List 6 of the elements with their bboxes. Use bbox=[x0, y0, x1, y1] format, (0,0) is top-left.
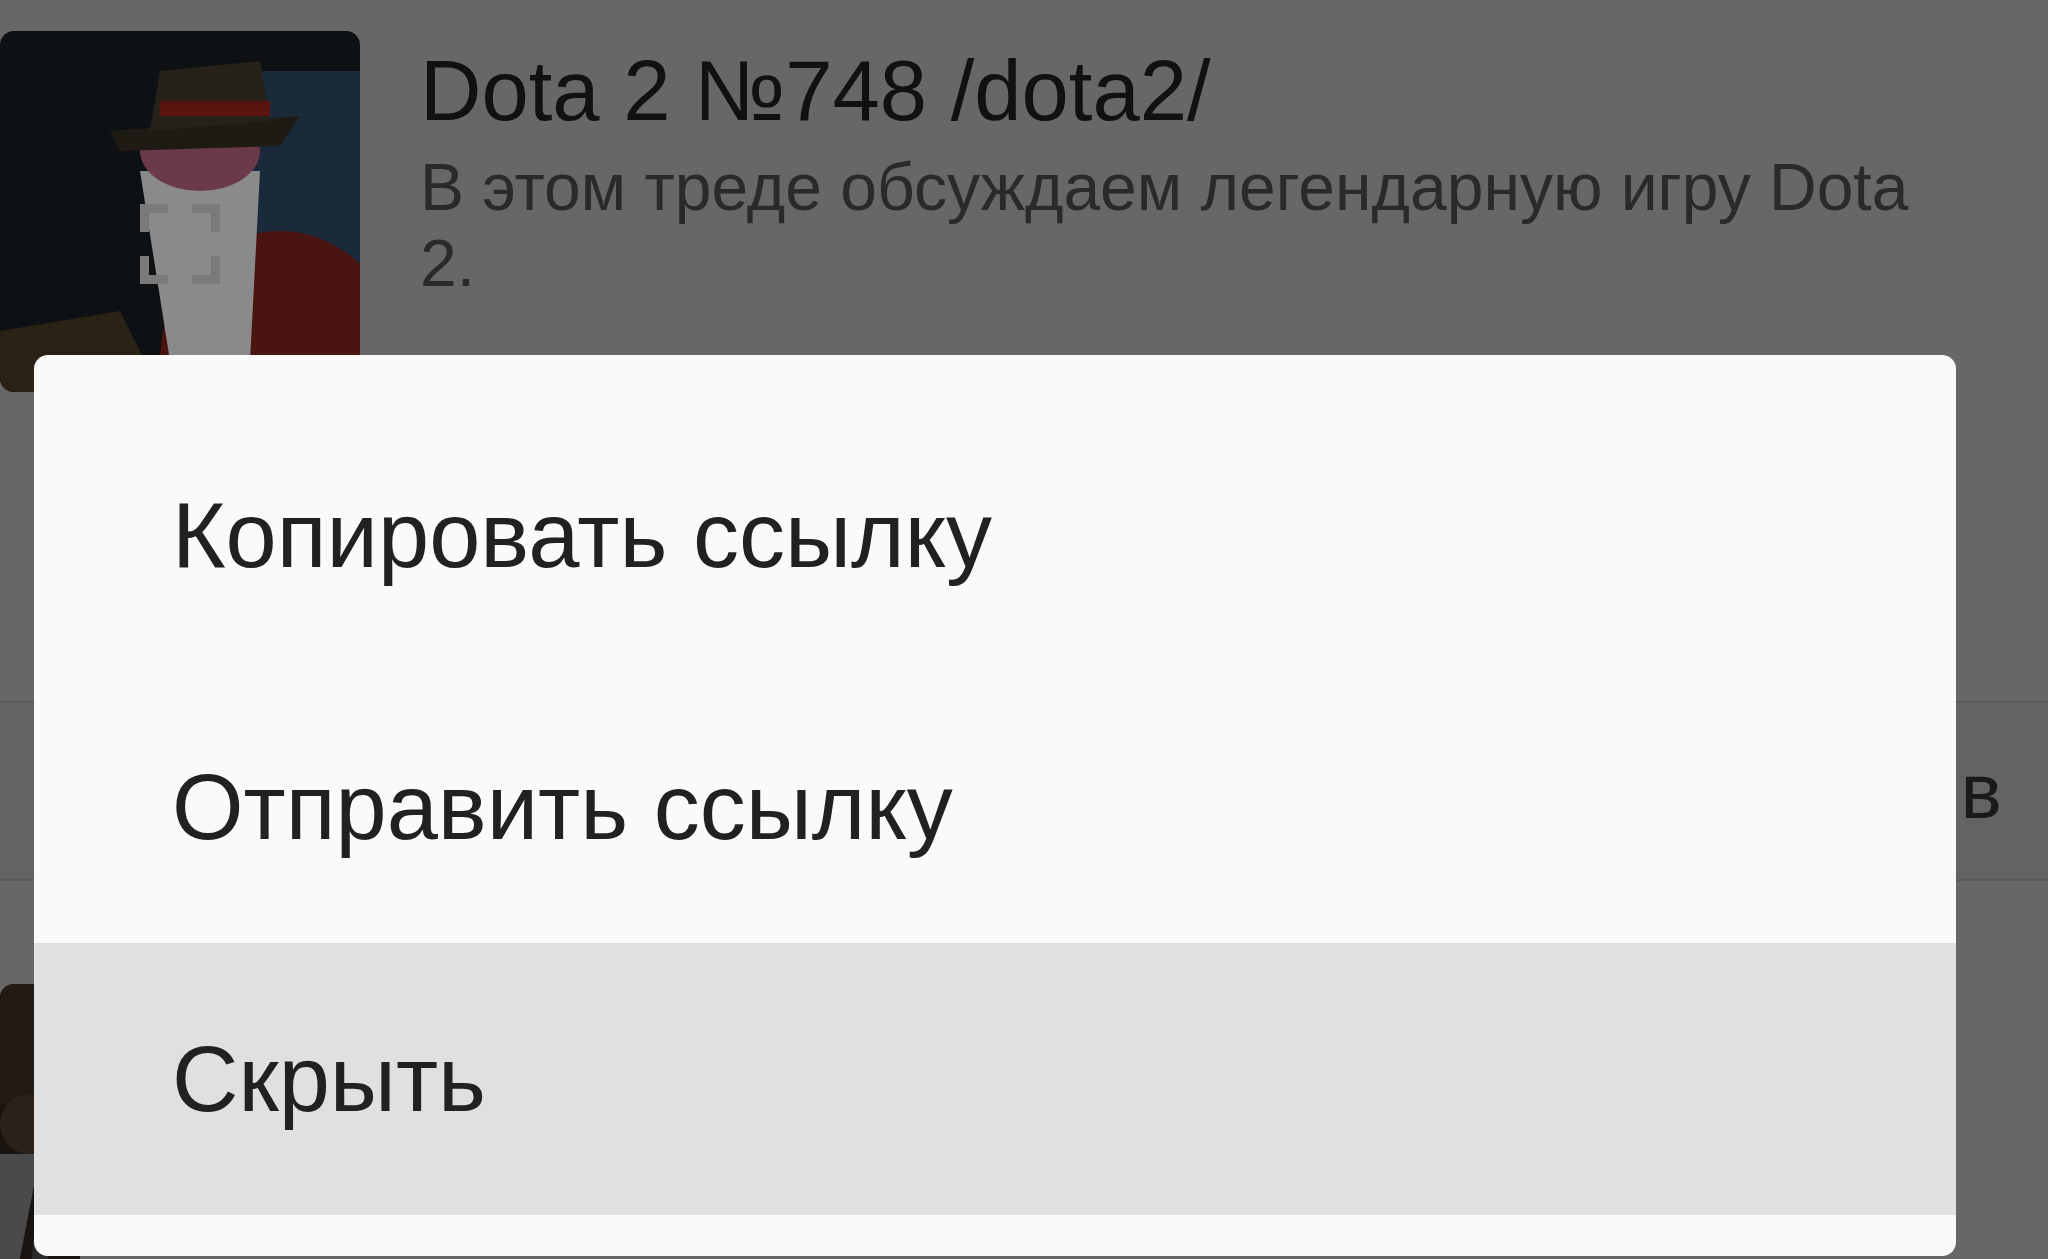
row-text: в bbox=[1960, 751, 2002, 831]
menu-item[interactable]: Отправить ссылку bbox=[34, 671, 1956, 943]
menu-item[interactable]: Копировать ссылку bbox=[34, 399, 1956, 671]
fullscreen-icon[interactable] bbox=[140, 204, 220, 284]
menu-item[interactable]: Скрыть bbox=[34, 943, 1956, 1215]
thread-description: В этом треде обсуждаем легендарную игру Dota 2. bbox=[420, 149, 1910, 301]
